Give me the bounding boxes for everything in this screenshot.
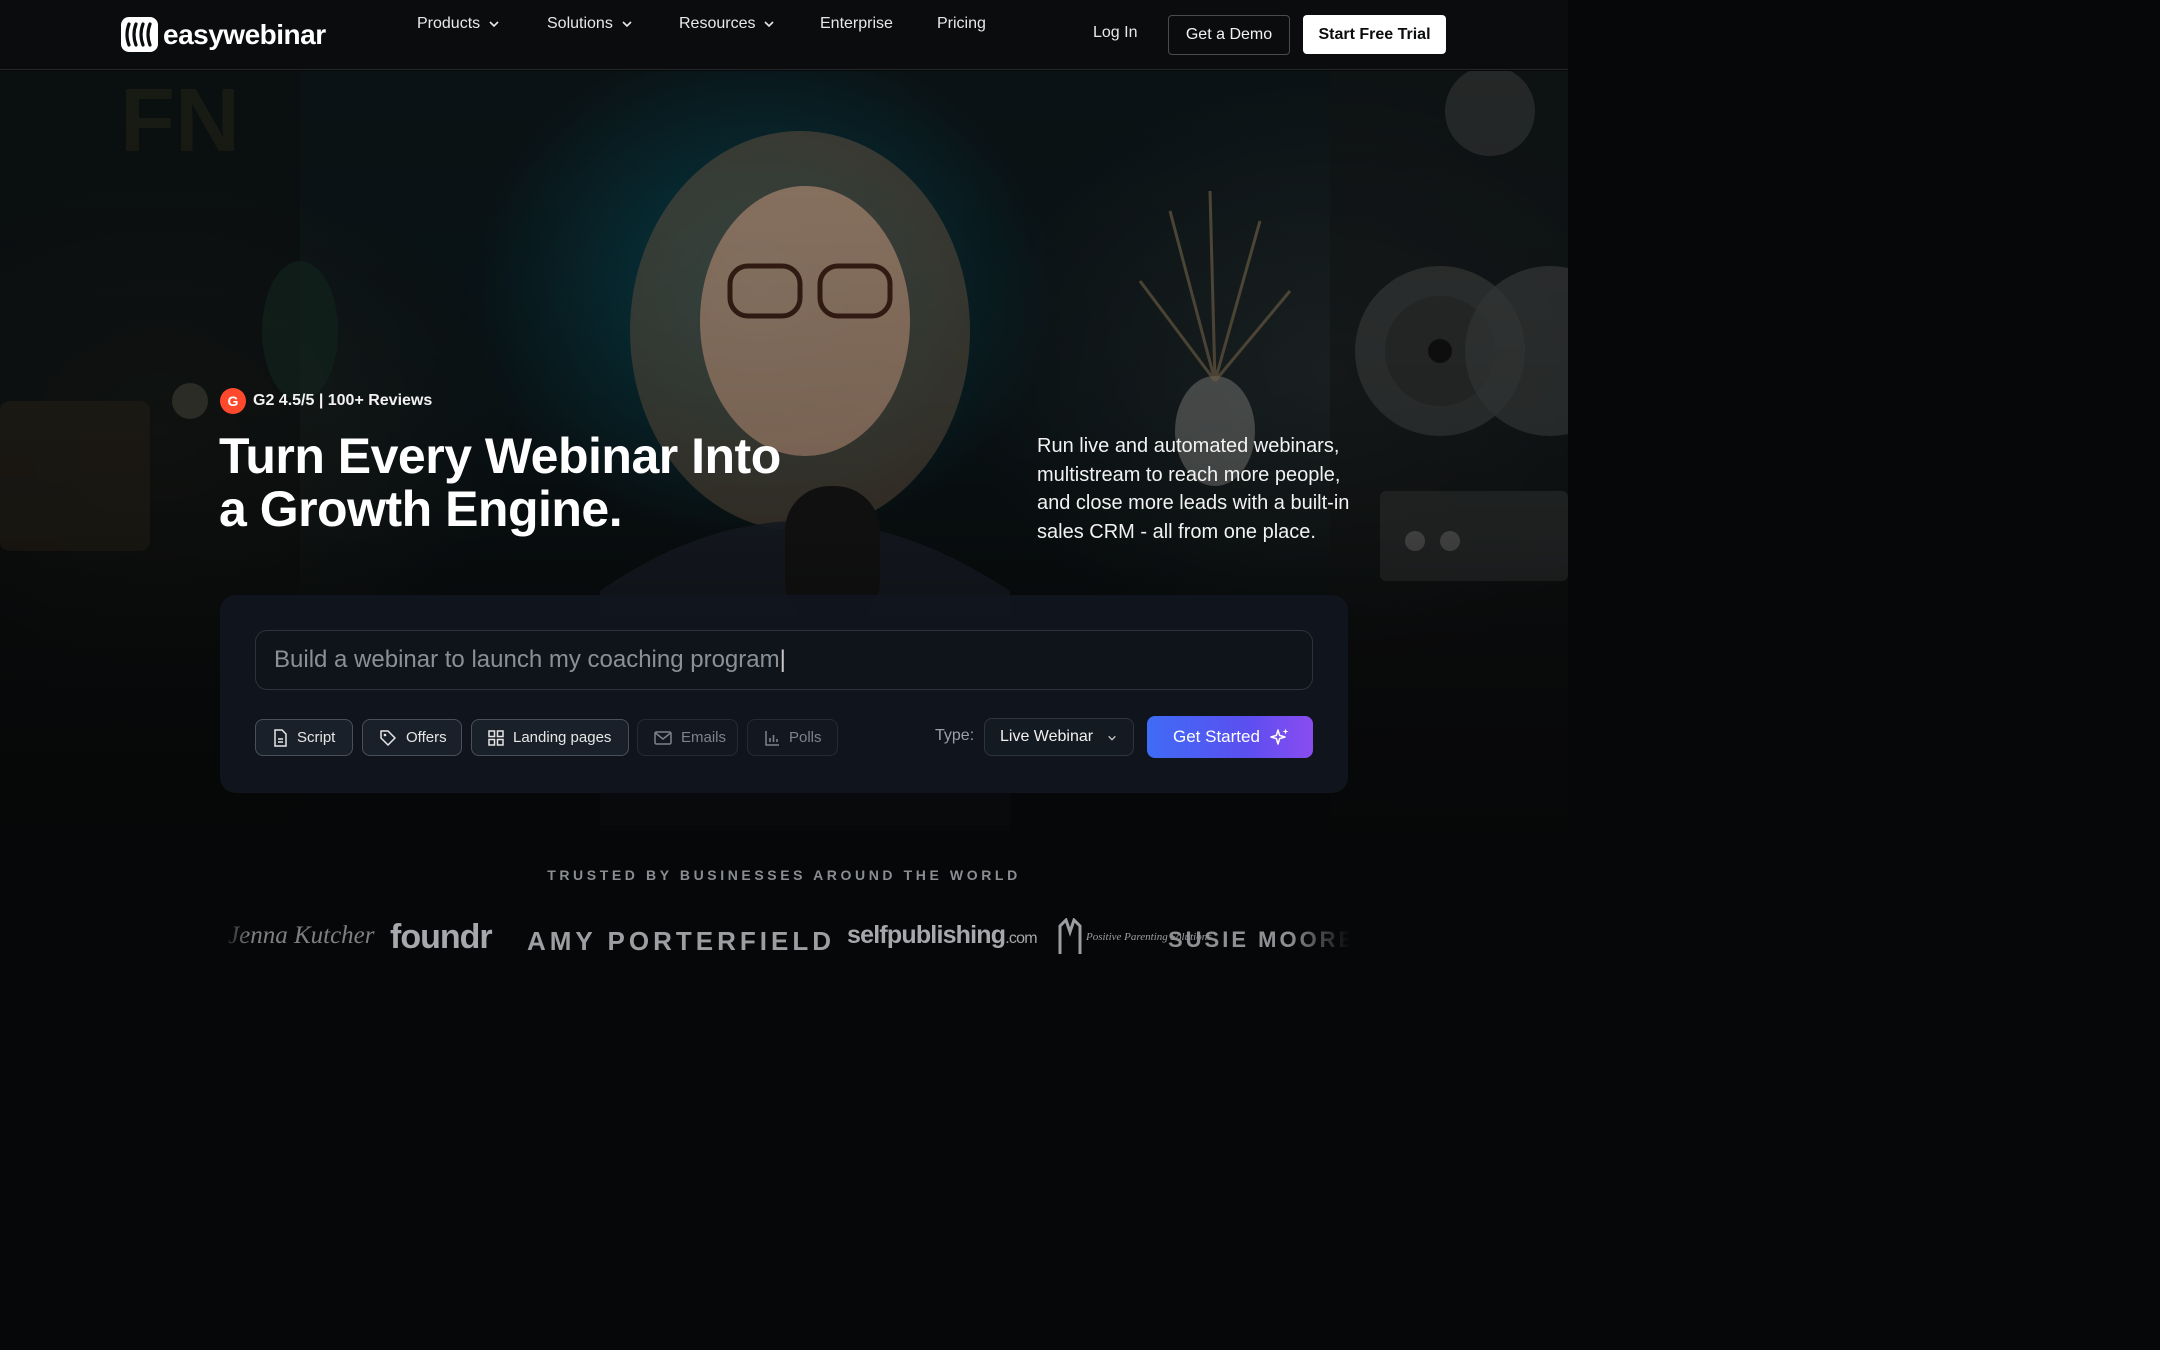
top-navigation: easywebinar Products Solutions Resources… xyxy=(0,0,1568,70)
nav-enterprise-label: Enterprise xyxy=(820,15,893,32)
g2-rating-text: G2 4.5/5 | 100+ Reviews xyxy=(253,392,433,409)
headline-line-1: Turn Every Webinar Into xyxy=(219,428,781,484)
nav-pricing[interactable]: Pricing xyxy=(937,15,986,33)
chip-offers[interactable]: Offers xyxy=(362,719,462,756)
chip-landing-pages[interactable]: Landing pages xyxy=(471,719,629,756)
nav-resources-label: Resources xyxy=(679,15,756,32)
nav-solutions[interactable]: Solutions xyxy=(547,15,633,33)
logo-selfpublishing-name: selfpublishing xyxy=(847,921,1006,949)
logo-amy-porterfield: AMY PORTERFIELD xyxy=(527,926,835,956)
start-free-trial-button[interactable]: Start Free Trial xyxy=(1303,15,1446,54)
prompt-input[interactable]: Build a webinar to launch my coaching pr… xyxy=(255,630,1313,690)
chip-polls-label: Polls xyxy=(789,729,822,746)
prompt-input-text: Build a webinar to launch my coaching pr… xyxy=(274,646,780,673)
brand-logo[interactable]: easywebinar xyxy=(121,17,326,52)
trusted-heading: TRUSTED BY BUSINESSES AROUND THE WORLD xyxy=(547,867,1021,883)
logo-foundr: foundr xyxy=(390,918,493,956)
chip-script-label: Script xyxy=(297,729,336,746)
logo-selfpublishing: selfpublishing.com xyxy=(847,921,1038,950)
brand-name: easywebinar xyxy=(163,19,326,50)
document-icon xyxy=(274,728,287,747)
grid-icon xyxy=(488,729,504,746)
chevron-down-icon xyxy=(764,21,775,28)
mail-icon xyxy=(654,730,672,745)
webinar-builder-card: Build a webinar to launch my coaching pr… xyxy=(220,595,1348,793)
positive-parenting-logo-icon xyxy=(1058,918,1082,954)
type-label: Type: xyxy=(935,727,975,744)
hero-subcopy: Run live and automated webinars, multist… xyxy=(1037,435,1350,543)
hero-headline: Turn Every Webinar Into a Growth Engine. xyxy=(219,430,839,536)
text-caret: | xyxy=(779,646,786,673)
nav-pricing-label: Pricing xyxy=(937,15,986,32)
get-started-label: Get Started xyxy=(1173,727,1260,746)
g2-logo-icon: G xyxy=(220,388,246,414)
nav-resources[interactable]: Resources xyxy=(679,15,775,33)
chip-landing-pages-label: Landing pages xyxy=(513,729,612,746)
logo-selfpublishing-tld: .com xyxy=(1005,930,1037,947)
nav-solutions-label: Solutions xyxy=(547,15,613,32)
webinar-type-select[interactable]: Live Webinar xyxy=(984,718,1134,756)
login-link[interactable]: Log In xyxy=(1093,24,1137,42)
logos-fade-left xyxy=(220,912,250,968)
tag-icon xyxy=(380,729,396,746)
nav-products-label: Products xyxy=(417,15,481,32)
get-demo-button[interactable]: Get a Demo xyxy=(1168,15,1290,55)
sparkles-icon xyxy=(1270,728,1289,745)
client-logos-strip: Jenna Kutcher foundr AMY PORTERFIELD sel… xyxy=(220,912,1350,968)
chip-polls[interactable]: Polls xyxy=(747,719,838,756)
chevron-down-icon xyxy=(1108,735,1116,741)
chip-offers-label: Offers xyxy=(406,729,447,746)
get-started-button[interactable]: Get Started xyxy=(1147,716,1313,758)
chip-script[interactable]: Script xyxy=(255,719,353,756)
bar-chart-icon xyxy=(765,730,779,746)
chevron-down-icon xyxy=(489,21,499,28)
easywebinar-logo-icon xyxy=(121,17,158,52)
chip-emails-label: Emails xyxy=(681,729,727,746)
chevron-down-icon xyxy=(622,21,632,28)
nav-products[interactable]: Products xyxy=(417,15,500,33)
webinar-type-value: Live Webinar xyxy=(1000,728,1094,745)
nav-enterprise[interactable]: Enterprise xyxy=(820,15,893,33)
g2-rating[interactable]: G G2 4.5/5 | 100+ Reviews xyxy=(220,388,432,414)
chip-emails[interactable]: Emails xyxy=(637,719,738,756)
logos-fade-right xyxy=(1290,912,1350,968)
headline-line-2: a Growth Engine. xyxy=(219,481,623,537)
